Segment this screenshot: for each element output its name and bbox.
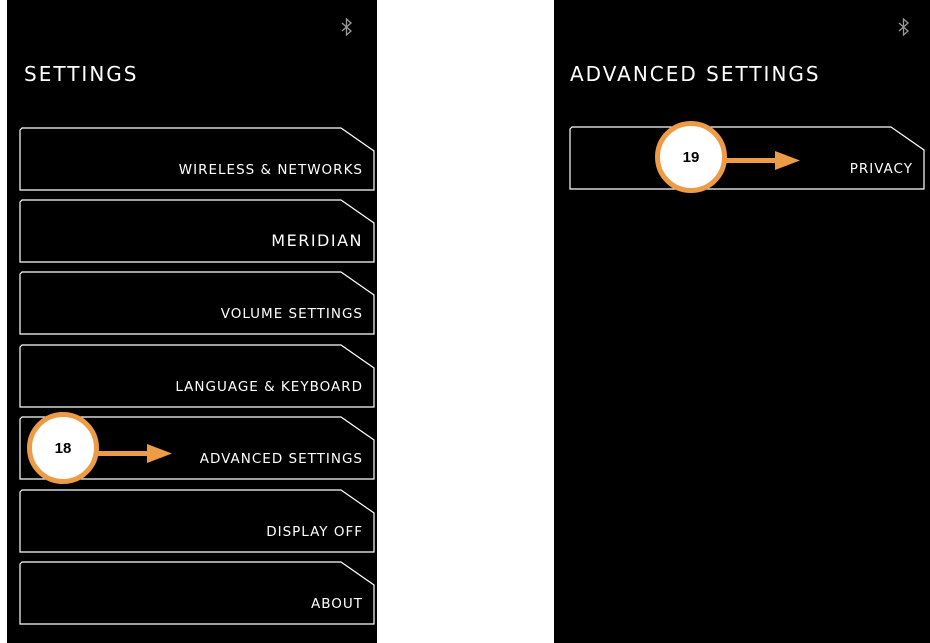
menu-item-label: VOLUME SETTINGS	[220, 306, 363, 322]
page-title: ADVANCED SETTINGS	[570, 62, 821, 86]
meridian-logo-icon: MERIDIAN	[271, 231, 363, 250]
menu-item-label: WIRELESS & NETWORKS	[178, 162, 363, 178]
arrow-right-icon	[97, 444, 172, 463]
menu-item-label: DISPLAY OFF	[266, 524, 363, 540]
arrow-right-icon	[725, 151, 800, 170]
settings-screen: SETTINGS WIRELESS & NETWORKS MERIDIAN VO…	[7, 0, 377, 643]
step-callout-18: 18	[27, 412, 99, 484]
step-callout-19: 19	[655, 121, 727, 193]
bluetooth-icon	[341, 18, 353, 36]
menu-item-label: LANGUAGE & KEYBOARD	[175, 379, 363, 395]
menu-item-language-keyboard[interactable]: LANGUAGE & KEYBOARD	[19, 344, 375, 408]
bluetooth-icon	[898, 18, 910, 36]
page-title: SETTINGS	[24, 62, 139, 86]
menu-item-label: ADVANCED SETTINGS	[199, 451, 363, 467]
menu-item-meridian[interactable]: MERIDIAN	[19, 199, 375, 263]
advanced-settings-screen: ADVANCED SETTINGS PRIVACY 19	[554, 0, 930, 643]
menu-item-label: PRIVACY	[849, 161, 913, 177]
menu-item-volume-settings[interactable]: VOLUME SETTINGS	[19, 271, 375, 335]
menu-item-about[interactable]: ABOUT	[19, 561, 375, 625]
menu-item-display-off[interactable]: DISPLAY OFF	[19, 489, 375, 553]
menu-item-label: ABOUT	[310, 596, 363, 612]
menu-item-wireless-networks[interactable]: WIRELESS & NETWORKS	[19, 127, 375, 191]
